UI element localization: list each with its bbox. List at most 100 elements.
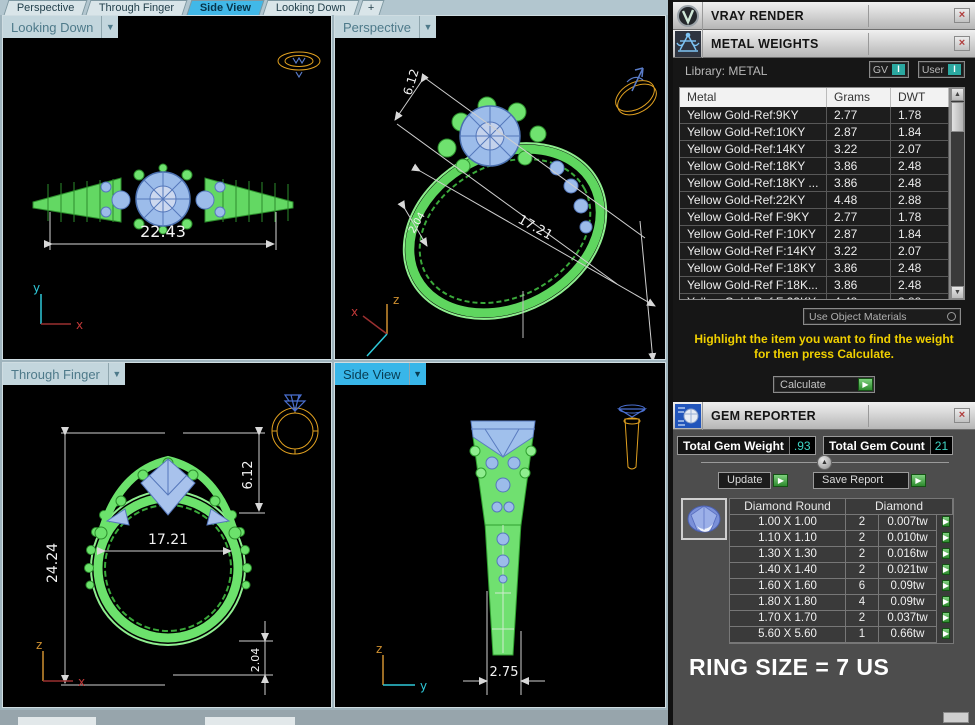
- svg-text:x: x: [351, 305, 358, 319]
- viewport-perspective[interactable]: Perspective ▼: [334, 15, 666, 360]
- go-arrow-icon: ▶: [911, 474, 926, 487]
- dimension-outer-height: 24.24: [45, 543, 61, 583]
- view-orientation-icon-front: [272, 395, 318, 454]
- plus-icon: +: [367, 2, 373, 14]
- go-arrow-icon[interactable]: ▶: [942, 628, 950, 639]
- gem-row[interactable]: 1.80 X 1.8040.09tw▶: [730, 595, 953, 611]
- close-icon[interactable]: ×: [954, 8, 970, 23]
- header-divider: [868, 5, 949, 27]
- table-row[interactable]: Yellow Gold-Ref:18KY3.862.48: [680, 158, 949, 175]
- gem-row[interactable]: 1.30 X 1.3020.016tw▶: [730, 547, 953, 563]
- svg-text:y: y: [420, 679, 427, 693]
- svg-text:z: z: [36, 638, 42, 652]
- table-row[interactable]: Yellow Gold-Ref F:14KY3.222.07: [680, 243, 949, 260]
- viewport-looking-down[interactable]: Looking Down ▼: [2, 15, 332, 360]
- go-arrow-icon[interactable]: ▶: [942, 580, 950, 591]
- viewport-side-view[interactable]: Side View ▼: [334, 362, 666, 708]
- scroll-down-icon[interactable]: ▼: [951, 286, 964, 299]
- go-arrow-icon[interactable]: ▶: [942, 532, 950, 543]
- gem-row[interactable]: 1.70 X 1.7020.037tw▶: [730, 611, 953, 627]
- scroll-up-icon[interactable]: ▲: [951, 88, 964, 101]
- table-row[interactable]: Yellow Gold-Ref:18KY ...3.862.48: [680, 175, 949, 192]
- gem-reporter-body: Total Gem Weight .93 Total Gem Count 21 …: [673, 430, 975, 725]
- gem-row[interactable]: 1.60 X 1.6060.09tw▶: [730, 579, 953, 595]
- view-orientation-icon-top: [278, 52, 320, 77]
- viewport-label-perspective[interactable]: Perspective ▼: [335, 16, 436, 38]
- gv-indicator: I: [892, 64, 905, 75]
- axis-gizmo-xzy: z x y: [351, 293, 399, 360]
- total-gem-weight-field: Total Gem Weight .93: [677, 436, 816, 455]
- tab-perspective[interactable]: Perspective: [4, 0, 88, 15]
- tab-side-view[interactable]: Side View: [186, 0, 264, 15]
- add-view-tab-button[interactable]: +: [357, 0, 384, 15]
- chevron-down-icon[interactable]: ▼: [409, 363, 426, 385]
- table-row[interactable]: Yellow Gold-Ref F:10KY2.871.84: [680, 226, 949, 243]
- gv-toggle-button[interactable]: GV I: [869, 61, 909, 78]
- go-arrow-icon[interactable]: ▶: [942, 612, 950, 623]
- gem-reporter-header[interactable]: GEM REPORTER ×: [673, 402, 975, 430]
- table-row[interactable]: Yellow Gold-Ref:10KY2.871.84: [680, 124, 949, 141]
- table-row[interactable]: Yellow Gold-Ref:9KY2.771.78: [680, 107, 949, 124]
- viewport-label-side-view[interactable]: Side View ▼: [335, 363, 426, 385]
- go-arrow-icon[interactable]: ▶: [942, 516, 950, 527]
- view-orientation-icon-perspective: [610, 68, 661, 121]
- ring-front-view-drawing: 24.24 6.12 17.21 2.04 z x: [3, 363, 332, 708]
- go-arrow-icon[interactable]: ▶: [942, 548, 950, 559]
- save-report-button[interactable]: Save Report ▶: [813, 472, 927, 488]
- panel-resize-corner[interactable]: [943, 712, 969, 723]
- metal-table: Metal Grams DWT Yellow Gold-Ref:9KY2.771…: [679, 87, 950, 300]
- metal-table-scrollbar[interactable]: ▲ ▼: [950, 87, 965, 300]
- user-toggle-button[interactable]: User I: [918, 61, 965, 78]
- header-divider: [868, 33, 949, 55]
- table-row[interactable]: Yellow Gold-Ref:22KY4.482.88: [680, 192, 949, 209]
- close-icon[interactable]: ×: [954, 36, 970, 51]
- use-object-materials-button[interactable]: Use Object Materials: [803, 308, 961, 325]
- close-icon[interactable]: ×: [954, 408, 970, 423]
- viewport-label-through-finger[interactable]: Through Finger ▼: [3, 363, 125, 385]
- gem-table-header: Diamond Round Diamond: [730, 499, 953, 515]
- table-row[interactable]: Yellow Gold-Ref F:9KY2.771.78: [680, 209, 949, 226]
- diamond-gem-icon: [685, 502, 723, 536]
- panel-title: VRAY RENDER: [703, 9, 868, 23]
- tab-looking-down[interactable]: Looking Down: [262, 0, 359, 15]
- axis-gizmo-xy: y x: [33, 281, 83, 332]
- tab-through-finger[interactable]: Through Finger: [86, 0, 188, 15]
- go-arrow-icon: ▶: [773, 474, 788, 487]
- vray-render-header[interactable]: VRAY RENDER ×: [673, 2, 975, 30]
- gem-slider-knob[interactable]: ▲: [817, 455, 832, 470]
- scrollbar-thumb[interactable]: [951, 102, 964, 132]
- panel-title: METAL WEIGHTS: [703, 37, 868, 51]
- dimension-head-height: 6.12: [241, 461, 256, 490]
- chevron-down-icon[interactable]: ▼: [101, 16, 118, 38]
- dimension-width: 22.43: [140, 222, 186, 241]
- status-strip-segment: [18, 717, 96, 725]
- gem-row[interactable]: 1.00 X 1.0020.007tw▶: [730, 515, 953, 531]
- ring-top-view-drawing: 22.43 y x: [3, 16, 332, 360]
- view-tab-bar: Perspective Through Finger Side View Loo…: [0, 0, 668, 15]
- go-arrow-icon: ▶: [858, 378, 873, 391]
- viewport-through-finger[interactable]: Through Finger ▼: [2, 362, 332, 708]
- gem-row[interactable]: 5.60 X 5.6010.66tw▶: [730, 627, 953, 643]
- metal-weights-header[interactable]: METAL WEIGHTS ×: [673, 30, 975, 58]
- total-gem-count-field: Total Gem Count 21: [823, 436, 953, 455]
- gem-row[interactable]: 1.10 X 1.1020.010tw▶: [730, 531, 953, 547]
- go-arrow-icon[interactable]: ▶: [942, 564, 950, 575]
- user-indicator: I: [948, 64, 961, 75]
- ring-size-text: RING SIZE = 7 US: [689, 654, 889, 681]
- gem-report-icon: [673, 402, 703, 430]
- table-row[interactable]: Yellow Gold-Ref F:22KY4.482.88: [680, 294, 949, 300]
- update-button[interactable]: Update ▶: [718, 472, 789, 488]
- calculate-button[interactable]: Calculate ▶: [773, 376, 875, 393]
- chevron-down-icon[interactable]: ▼: [108, 363, 125, 385]
- metal-weights-body: Library: METAL GV I User I Metal Grams D…: [673, 58, 975, 402]
- viewport-label-looking-down[interactable]: Looking Down ▼: [3, 16, 118, 38]
- dimension-inner-diameter: 17.21: [148, 532, 188, 548]
- total-gem-count-value: 21: [930, 437, 952, 454]
- chevron-down-icon[interactable]: ▼: [419, 16, 436, 38]
- gem-row[interactable]: 1.40 X 1.4020.021tw▶: [730, 563, 953, 579]
- total-gem-weight-value: .93: [789, 437, 815, 454]
- go-arrow-icon[interactable]: ▶: [942, 596, 950, 607]
- table-row[interactable]: Yellow Gold-Ref F:18K...3.862.48: [680, 277, 949, 294]
- table-row[interactable]: Yellow Gold-Ref:14KY3.222.07: [680, 141, 949, 158]
- table-row[interactable]: Yellow Gold-Ref F:18KY3.862.48: [680, 260, 949, 277]
